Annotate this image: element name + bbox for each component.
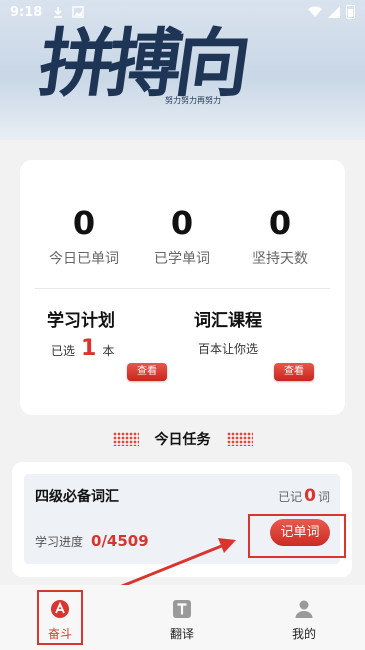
study-plan-desc: 已选 1 本 [51, 336, 115, 361]
plan-prefix: 已选 [51, 344, 76, 358]
status-bar: 9:18 [0, 0, 365, 24]
stat-value: 0 [268, 204, 292, 242]
study-plan[interactable]: 学习计划 已选 1 本 [47, 306, 115, 361]
remember-prefix: 已记 [278, 490, 303, 504]
book-title: 四级必备词汇 [35, 489, 119, 505]
decor-dots-icon [112, 432, 139, 446]
course-view-button[interactable]: 查看 [274, 363, 314, 381]
today-task-title: 今日任务 [154, 432, 211, 448]
stat-today-words: 0 今日已单词 [30, 204, 138, 268]
stats-card: 0 今日已单词 0 已学单词 0 坚持天数 学习计划 已选 1 本 查看 词汇课… [20, 160, 345, 415]
plan-view-button[interactable]: 查看 [127, 363, 167, 381]
progress-label: 学习进度 [35, 535, 84, 549]
vocab-course-desc: 百本让你选 [198, 340, 262, 357]
divider [35, 288, 330, 289]
stat-value: 0 [72, 204, 96, 242]
status-time: 9:18 [10, 4, 43, 20]
vocab-course[interactable]: 词汇课程 百本让你选 [194, 306, 262, 357]
tab-label: 翻译 [169, 627, 194, 641]
tab-profile[interactable]: 我的 [264, 585, 344, 645]
translate-icon [173, 600, 191, 618]
nav-highlight-box [37, 590, 83, 645]
signal-icon [328, 6, 340, 18]
user-icon [295, 600, 313, 618]
memorize-words-button[interactable]: 记单词 [270, 519, 330, 546]
stat-learned-words: 0 已学单词 [128, 204, 236, 268]
course-desc: 百本让你选 [198, 342, 259, 356]
plan-suffix: 本 [102, 344, 115, 358]
hero-subtitle: 努力努力再努力 [165, 96, 221, 105]
download-icon [54, 7, 63, 18]
battery-icon [346, 5, 355, 19]
image-icon [72, 6, 85, 18]
vocab-course-title: 词汇课程 [194, 311, 262, 331]
plan-count: 1 [81, 336, 97, 361]
decor-dots-icon [226, 432, 253, 446]
wifi-icon [308, 6, 322, 18]
remember-suffix: 词 [317, 490, 330, 504]
progress-value: 0/4509 [91, 532, 149, 550]
remembered-count: 已记 0 词 [278, 486, 330, 506]
stat-value: 0 [170, 204, 194, 242]
study-plan-title: 学习计划 [47, 311, 115, 331]
stat-label: 已学单词 [154, 251, 210, 267]
study-progress: 学习进度 0/4509 [35, 532, 149, 550]
tab-label: 我的 [291, 627, 316, 641]
stat-label: 坚持天数 [252, 251, 308, 267]
stat-label: 今日已单词 [49, 251, 119, 267]
today-task-header: 今日任务 [0, 428, 365, 450]
stat-streak-days: 0 坚持天数 [226, 204, 334, 268]
remember-number: 0 [304, 486, 316, 506]
tab-translate[interactable]: 翻译 [142, 585, 222, 645]
